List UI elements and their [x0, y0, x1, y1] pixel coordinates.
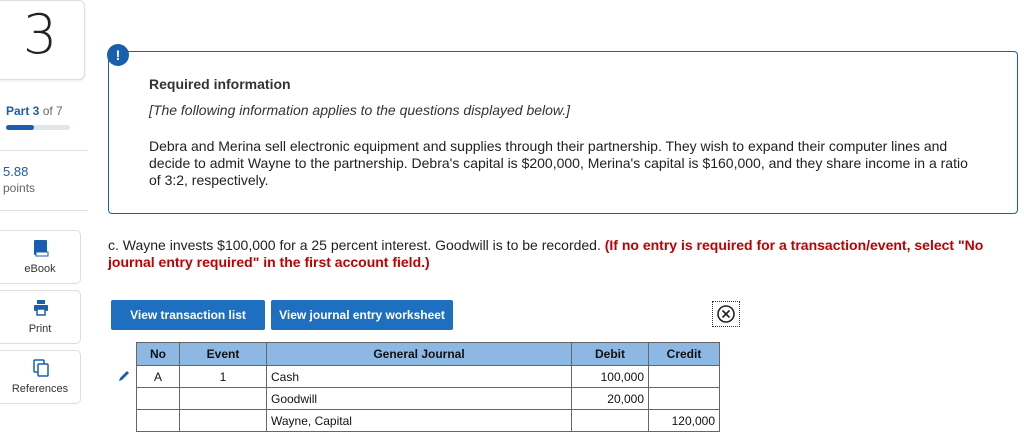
printer-icon: [34, 300, 48, 316]
alert-icon: !: [107, 44, 129, 66]
question-number-box: 3: [0, 0, 85, 80]
cell-debit: 20,000: [571, 387, 649, 410]
cell-account: Wayne, Capital: [266, 409, 572, 432]
header-debit: Debit: [571, 342, 649, 366]
references-button[interactable]: References: [0, 350, 81, 404]
table-row[interactable]: Goodwill 20,000: [136, 387, 720, 410]
close-icon: [717, 305, 735, 323]
view-journal-worksheet-button[interactable]: View journal entry worksheet: [271, 300, 453, 330]
header-credit: Credit: [648, 342, 720, 366]
sidebar-divider: [0, 210, 88, 211]
ebook-label: eBook: [24, 263, 56, 275]
cell-no: [136, 387, 180, 410]
header-no: No: [136, 342, 180, 366]
cell-event: 1: [179, 365, 267, 388]
cell-event: [179, 387, 267, 410]
book-icon: [34, 240, 49, 257]
info-note: [The following information applies to th…: [149, 102, 571, 118]
info-body: Debra and Merina sell electronic equipme…: [149, 138, 968, 188]
part-progress-fill: [6, 125, 34, 130]
cell-no: A: [136, 365, 180, 388]
cell-debit: [571, 409, 649, 432]
required-information-box: Required information [The following info…: [108, 51, 1018, 214]
part-label: Part 3: [6, 104, 40, 118]
edit-pencil-icon[interactable]: [117, 369, 131, 383]
question-text: c. Wayne invests $100,000 for a 25 perce…: [108, 237, 1023, 271]
part-progress-bar: [6, 125, 70, 130]
journal-table: No Event General Journal Debit Credit A …: [136, 342, 720, 432]
table-row[interactable]: Wayne, Capital 120,000: [136, 409, 720, 432]
info-title: Required information: [149, 76, 291, 92]
part-indicator: Part 3 of 7: [6, 104, 63, 118]
print-button[interactable]: Print: [0, 290, 81, 344]
references-icon: [33, 359, 49, 377]
cell-account: Goodwill: [266, 387, 572, 410]
view-transaction-list-button[interactable]: View transaction list: [111, 300, 265, 330]
sidebar-divider: [0, 150, 88, 151]
cell-credit: [648, 387, 720, 410]
table-row[interactable]: A 1 Cash 100,000: [136, 365, 720, 388]
header-event: Event: [179, 342, 267, 366]
references-label: References: [11, 383, 69, 395]
cell-credit: 120,000: [648, 409, 720, 432]
question-number: 3: [22, 3, 58, 66]
cell-account: Cash: [266, 365, 572, 388]
points-label: points: [3, 181, 36, 195]
cell-credit: [648, 365, 720, 388]
part-of: of 7: [42, 104, 63, 118]
header-general-journal: General Journal: [266, 342, 572, 366]
points-value: 5.88: [3, 164, 29, 179]
cell-debit: 100,000: [571, 365, 649, 388]
cell-event: [179, 409, 267, 432]
question-prompt: c. Wayne invests $100,000 for a 25 perce…: [108, 237, 601, 253]
close-button[interactable]: [712, 301, 740, 327]
journal-header-row: No Event General Journal Debit Credit: [136, 342, 720, 366]
print-label: Print: [28, 323, 52, 335]
cell-no: [136, 409, 180, 432]
ebook-button[interactable]: eBook: [0, 230, 81, 284]
